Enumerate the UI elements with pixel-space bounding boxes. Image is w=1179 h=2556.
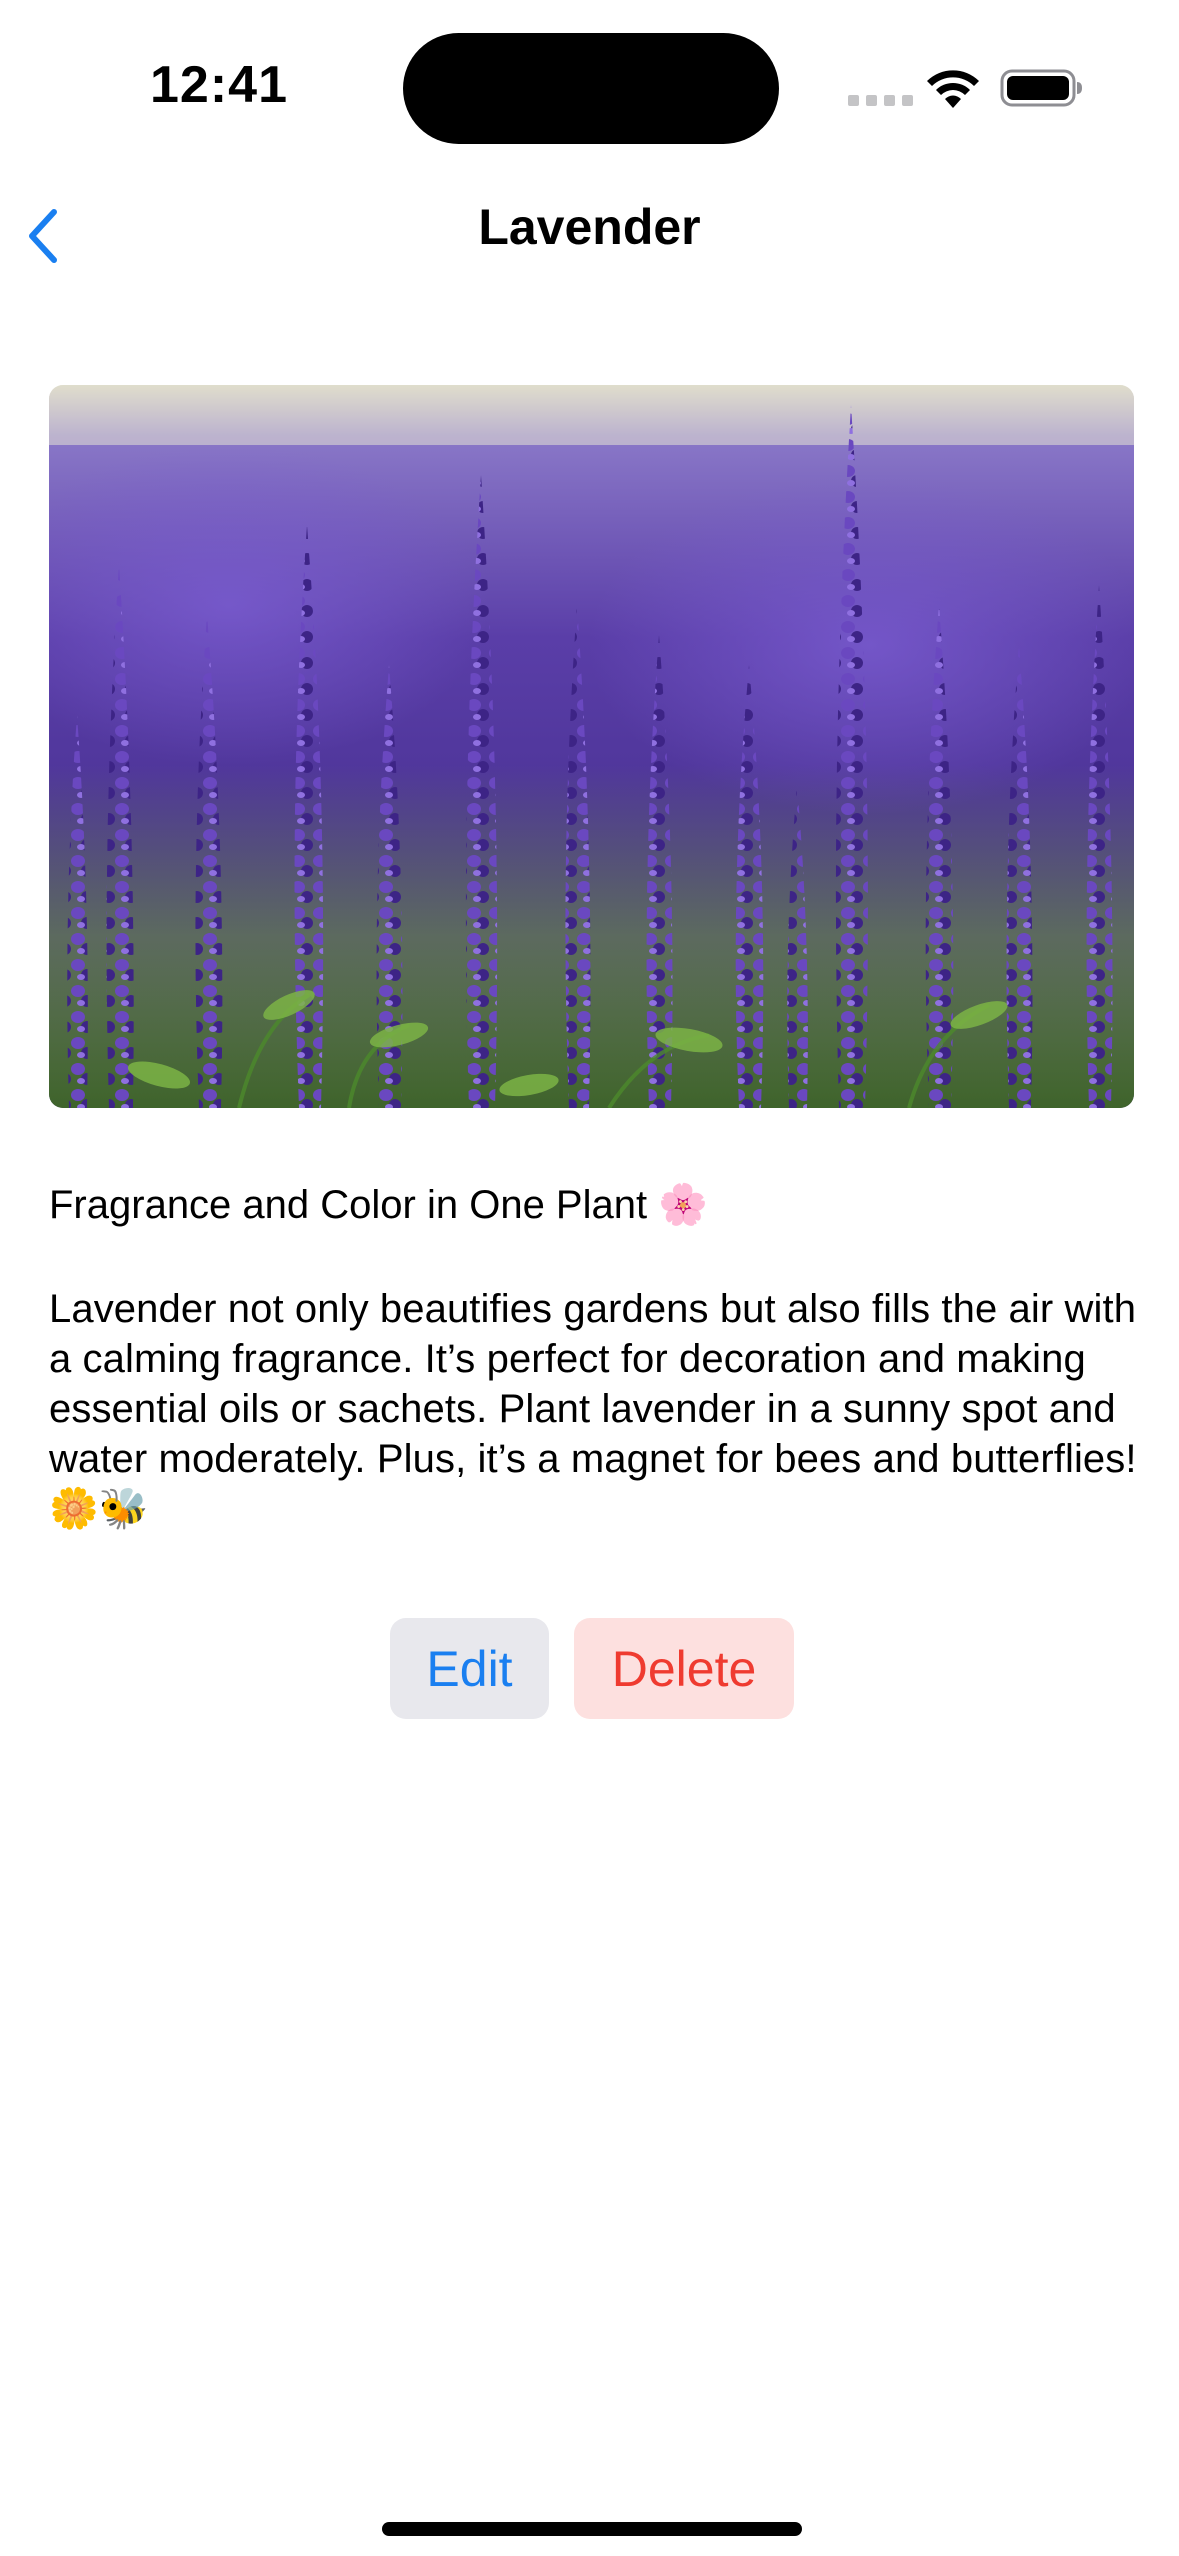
delete-button[interactable]: Delete bbox=[574, 1618, 794, 1719]
navigation-bar: Lavender bbox=[0, 170, 1179, 290]
status-time: 12:41 bbox=[150, 56, 288, 114]
cellular-signal-icon bbox=[848, 95, 913, 106]
plant-headline: Fragrance and Color in One Plant 🌸 bbox=[49, 1183, 709, 1227]
edit-button[interactable]: Edit bbox=[390, 1618, 549, 1719]
page-title: Lavender bbox=[478, 199, 701, 255]
plant-photo bbox=[49, 385, 1134, 1108]
status-bar: 12:41 bbox=[0, 0, 1179, 170]
dynamic-island bbox=[403, 33, 779, 144]
home-indicator[interactable] bbox=[382, 2522, 802, 2536]
wifi-icon bbox=[927, 70, 979, 108]
battery-icon bbox=[1000, 69, 1082, 107]
plant-description: Lavender not only beautifies gardens but… bbox=[49, 1287, 1137, 1531]
